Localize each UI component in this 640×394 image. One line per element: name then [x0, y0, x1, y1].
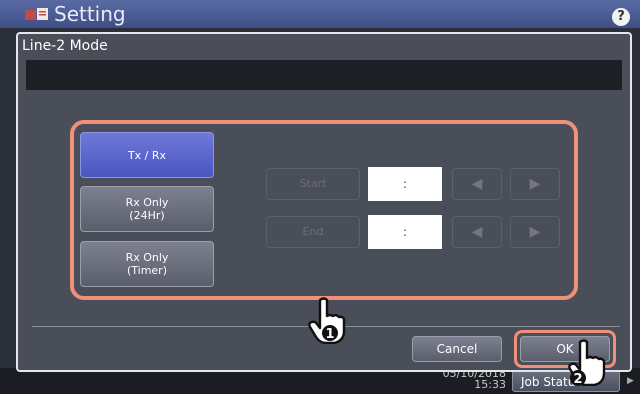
- dialog-title: Line-2 Mode: [22, 38, 108, 54]
- mode-tx-rx-button[interactable]: Tx / Rx: [80, 132, 214, 178]
- cancel-button[interactable]: Cancel: [412, 336, 502, 362]
- scroll-right-icon[interactable]: ▶: [627, 376, 634, 386]
- mode-rx-only-24hr-button[interactable]: Rx Only (24Hr): [80, 186, 214, 232]
- end-time-button[interactable]: End: [266, 216, 360, 248]
- mode-rx-only-timer-button[interactable]: Rx Only (Timer): [80, 241, 214, 287]
- left-triangle-icon: ◀: [471, 176, 483, 192]
- end-increase-button[interactable]: ▶: [510, 216, 560, 248]
- end-decrease-button[interactable]: ◀: [452, 216, 502, 248]
- start-time-field[interactable]: :: [368, 167, 442, 201]
- step-1-label: 1: [325, 327, 334, 342]
- app-title: Setting: [54, 2, 126, 26]
- app-header: Setting ?: [0, 0, 640, 28]
- status-time: 15:33: [474, 378, 506, 391]
- start-increase-button[interactable]: ▶: [510, 168, 560, 200]
- start-time-button[interactable]: Start: [266, 168, 360, 200]
- hand-pointer-icon: 2: [568, 339, 606, 386]
- end-time-field[interactable]: :: [368, 215, 442, 249]
- right-triangle-icon: ▶: [529, 176, 541, 192]
- setting-app-icon: [25, 8, 48, 20]
- step-2-label: 2: [573, 372, 582, 386]
- right-triangle-icon: ▶: [529, 224, 541, 240]
- dialog-message-bar: [26, 60, 622, 90]
- left-triangle-icon: ◀: [471, 224, 483, 240]
- help-button[interactable]: ?: [612, 8, 630, 26]
- start-decrease-button[interactable]: ◀: [452, 168, 502, 200]
- hand-pointer-icon: 1: [308, 297, 346, 344]
